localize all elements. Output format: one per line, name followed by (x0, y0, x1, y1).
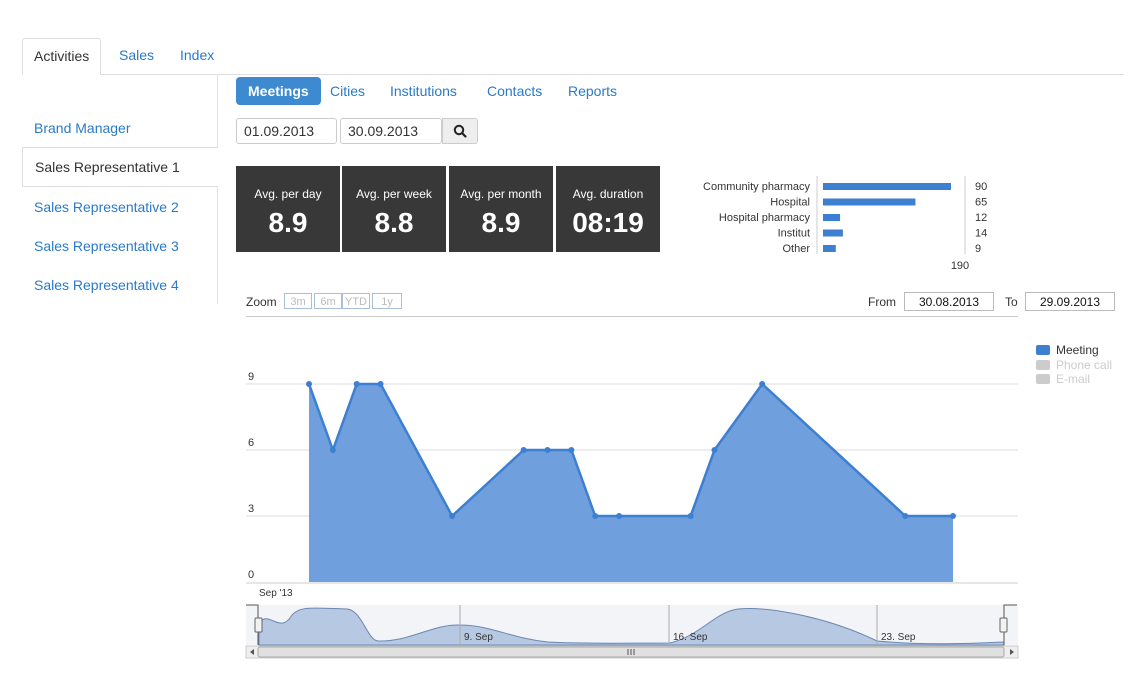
meeting-area-fill (309, 384, 953, 582)
data-point-0 (306, 381, 312, 387)
data-point-6 (544, 447, 551, 453)
data-point-11 (711, 447, 718, 453)
data-point-1 (329, 447, 336, 453)
data-point-5 (520, 447, 527, 453)
navigator-label-16sep: 16. Sep (673, 632, 708, 643)
data-point-8 (592, 513, 599, 519)
navigator-label-9sep: 9. Sep (464, 632, 493, 643)
data-point-14 (950, 513, 956, 519)
navigator-label-sep13: Sep '13 (259, 588, 293, 599)
navigator-handle-left[interactable] (254, 617, 263, 633)
y-tick-label: 0 (248, 569, 254, 581)
y-tick-label: 6 (248, 437, 254, 449)
meetings-area-chart: 0 3 6 9 Sep '13 9. Sep 16. Sep 23. Sep (245, 371, 1019, 659)
navigator-label-23sep: 23. Sep (881, 632, 916, 643)
data-point-3 (377, 381, 384, 387)
data-point-10 (687, 513, 694, 519)
y-tick-label: 3 (248, 503, 254, 515)
data-point-7 (568, 447, 575, 453)
data-point-13 (902, 513, 909, 519)
navigator-handle-right[interactable] (999, 617, 1008, 633)
data-point-2 (353, 381, 360, 387)
data-point-9 (616, 513, 623, 519)
y-tick-label: 9 (248, 371, 254, 383)
data-point-12 (759, 381, 766, 387)
data-point-4 (449, 513, 456, 519)
